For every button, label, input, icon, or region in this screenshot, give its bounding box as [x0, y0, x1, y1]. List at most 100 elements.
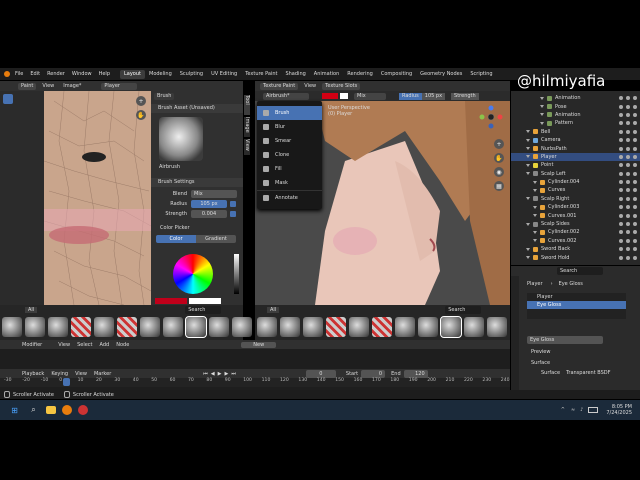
eye-icon[interactable] — [626, 112, 630, 117]
menu-file[interactable]: File — [15, 71, 23, 77]
menu-annotate[interactable]: Annotate — [257, 190, 322, 205]
secondary-color-swatch[interactable] — [189, 298, 221, 304]
vp-brush-thumb-1[interactable] — [257, 317, 277, 337]
menu-edit[interactable]: Edit — [30, 71, 40, 77]
visibility-toggles[interactable] — [619, 238, 637, 243]
brush-preview[interactable] — [159, 117, 203, 161]
eye-icon[interactable] — [626, 205, 630, 210]
texture-paint-mode[interactable]: Texture Paint — [260, 82, 299, 90]
brush-thumb-6[interactable] — [117, 317, 137, 337]
paint-mode-dropdown[interactable]: Paint — [18, 82, 37, 90]
visibility-toggles[interactable] — [619, 171, 637, 176]
filter-icon[interactable] — [619, 238, 623, 243]
camera-icon[interactable] — [633, 96, 637, 101]
taskbar-clock[interactable]: 8:05 PM 7/24/2025 — [606, 404, 632, 416]
camera-icon[interactable] — [633, 180, 637, 185]
viewport-shelf-all[interactable]: All — [267, 306, 280, 313]
image-shelf-search[interactable]: Search — [185, 305, 222, 314]
expand-arrow-icon[interactable] — [533, 239, 537, 243]
camera-icon[interactable] — [633, 104, 637, 109]
brush-thumb-8[interactable] — [163, 317, 183, 337]
outliner-row[interactable]: Cylinder.003 — [511, 203, 640, 211]
viewport-color-swatch[interactable] — [322, 93, 338, 99]
file-explorer-icon[interactable] — [46, 406, 56, 414]
visibility-toggles[interactable] — [619, 163, 637, 168]
menu-window[interactable]: Window — [72, 71, 92, 77]
camera-icon[interactable] — [633, 238, 637, 243]
eye-icon[interactable] — [626, 138, 630, 143]
outliner-row[interactable]: Player — [511, 152, 640, 162]
value-slider[interactable] — [234, 254, 239, 294]
brush-thumb-9[interactable] — [185, 316, 207, 338]
filter-icon[interactable] — [619, 180, 623, 185]
filter-icon[interactable] — [619, 171, 623, 176]
camera-icon[interactable] — [633, 129, 637, 134]
texture-slots-dropdown[interactable]: Texture Slots — [322, 82, 361, 90]
breadcrumb-material[interactable]: Eye Gloss — [559, 281, 583, 287]
camera-icon[interactable] — [633, 213, 637, 218]
visibility-toggles[interactable] — [619, 154, 637, 159]
keying-menu[interactable]: Keying — [51, 371, 68, 377]
viewport-zoom-icon[interactable]: + — [494, 139, 504, 149]
tab-geometry-nodes[interactable]: Geometry Nodes — [416, 70, 466, 79]
filter-icon[interactable] — [619, 188, 623, 193]
wifi-icon[interactable]: ≈ — [571, 407, 575, 413]
menu-blur[interactable]: Blur — [257, 120, 322, 134]
visibility-toggles[interactable] — [619, 104, 637, 109]
eye-icon[interactable] — [626, 255, 630, 260]
navigation-gizmo[interactable] — [478, 104, 504, 130]
filter-icon[interactable] — [619, 205, 623, 210]
image-slot-field[interactable]: Player — [101, 82, 138, 90]
camera-icon[interactable] — [633, 196, 637, 201]
jump-start-icon[interactable]: ⏮ — [203, 371, 208, 377]
node-modifier-menu[interactable]: Modifier — [22, 342, 42, 348]
blender-taskbar-icon[interactable] — [62, 405, 72, 415]
properties-search[interactable]: Search — [557, 267, 603, 275]
camera-icon[interactable] — [633, 112, 637, 117]
camera-icon[interactable] — [633, 205, 637, 210]
outliner-row[interactable]: Curves.002 — [511, 237, 640, 245]
filter-icon[interactable] — [619, 146, 623, 151]
visibility-toggles[interactable] — [619, 96, 637, 101]
eye-icon[interactable] — [626, 196, 630, 201]
eye-icon[interactable] — [626, 230, 630, 235]
side-tab-tool[interactable]: Tool — [244, 95, 250, 115]
brush-thumb-3[interactable] — [48, 317, 68, 337]
outliner-row[interactable]: Curves.001 — [511, 211, 640, 219]
eye-icon[interactable] — [626, 129, 630, 134]
expand-arrow-icon[interactable] — [533, 188, 537, 192]
expand-arrow-icon[interactable] — [540, 113, 544, 117]
filter-icon[interactable] — [619, 104, 623, 109]
tab-sculpting[interactable]: Sculpting — [176, 70, 207, 79]
uv-canvas[interactable] — [44, 91, 151, 305]
visibility-toggles[interactable] — [619, 196, 637, 201]
side-tab-image[interactable]: Image — [244, 117, 250, 137]
camera-view-icon[interactable]: ◉ — [494, 167, 504, 177]
filter-icon[interactable] — [619, 247, 623, 252]
slot-eye-gloss[interactable]: Eye Gloss — [527, 301, 626, 309]
surface-section[interactable]: Surface — [531, 359, 640, 368]
volume-icon[interactable]: ♪ — [580, 407, 583, 413]
play-icon[interactable]: ▶ — [218, 371, 222, 377]
visibility-toggles[interactable] — [619, 213, 637, 218]
new-material-button[interactable]: New — [241, 341, 277, 348]
node-view-menu[interactable]: View — [58, 342, 70, 348]
blender-logo-icon[interactable] — [4, 71, 10, 77]
tab-animation[interactable]: Animation — [310, 70, 344, 79]
expand-arrow-icon[interactable] — [526, 155, 530, 159]
filter-icon[interactable] — [619, 129, 623, 134]
eye-icon[interactable] — [626, 121, 630, 126]
outliner-row[interactable]: Cylinder.004 — [511, 178, 640, 186]
preview-section[interactable]: Preview — [531, 348, 640, 357]
outliner-row[interactable]: Pose — [511, 102, 640, 110]
expand-arrow-icon[interactable] — [526, 172, 530, 176]
filter-icon[interactable] — [619, 138, 623, 143]
expand-arrow-icon[interactable] — [526, 247, 530, 251]
tab-uv-editing[interactable]: UV Editing — [207, 70, 241, 79]
expand-arrow-icon[interactable] — [526, 138, 530, 142]
filter-icon[interactable] — [619, 213, 623, 218]
eye-icon[interactable] — [626, 213, 630, 218]
eye-icon[interactable] — [626, 154, 630, 159]
prev-key-icon[interactable]: ◀ — [211, 371, 215, 377]
tab-modeling[interactable]: Modeling — [145, 70, 176, 79]
